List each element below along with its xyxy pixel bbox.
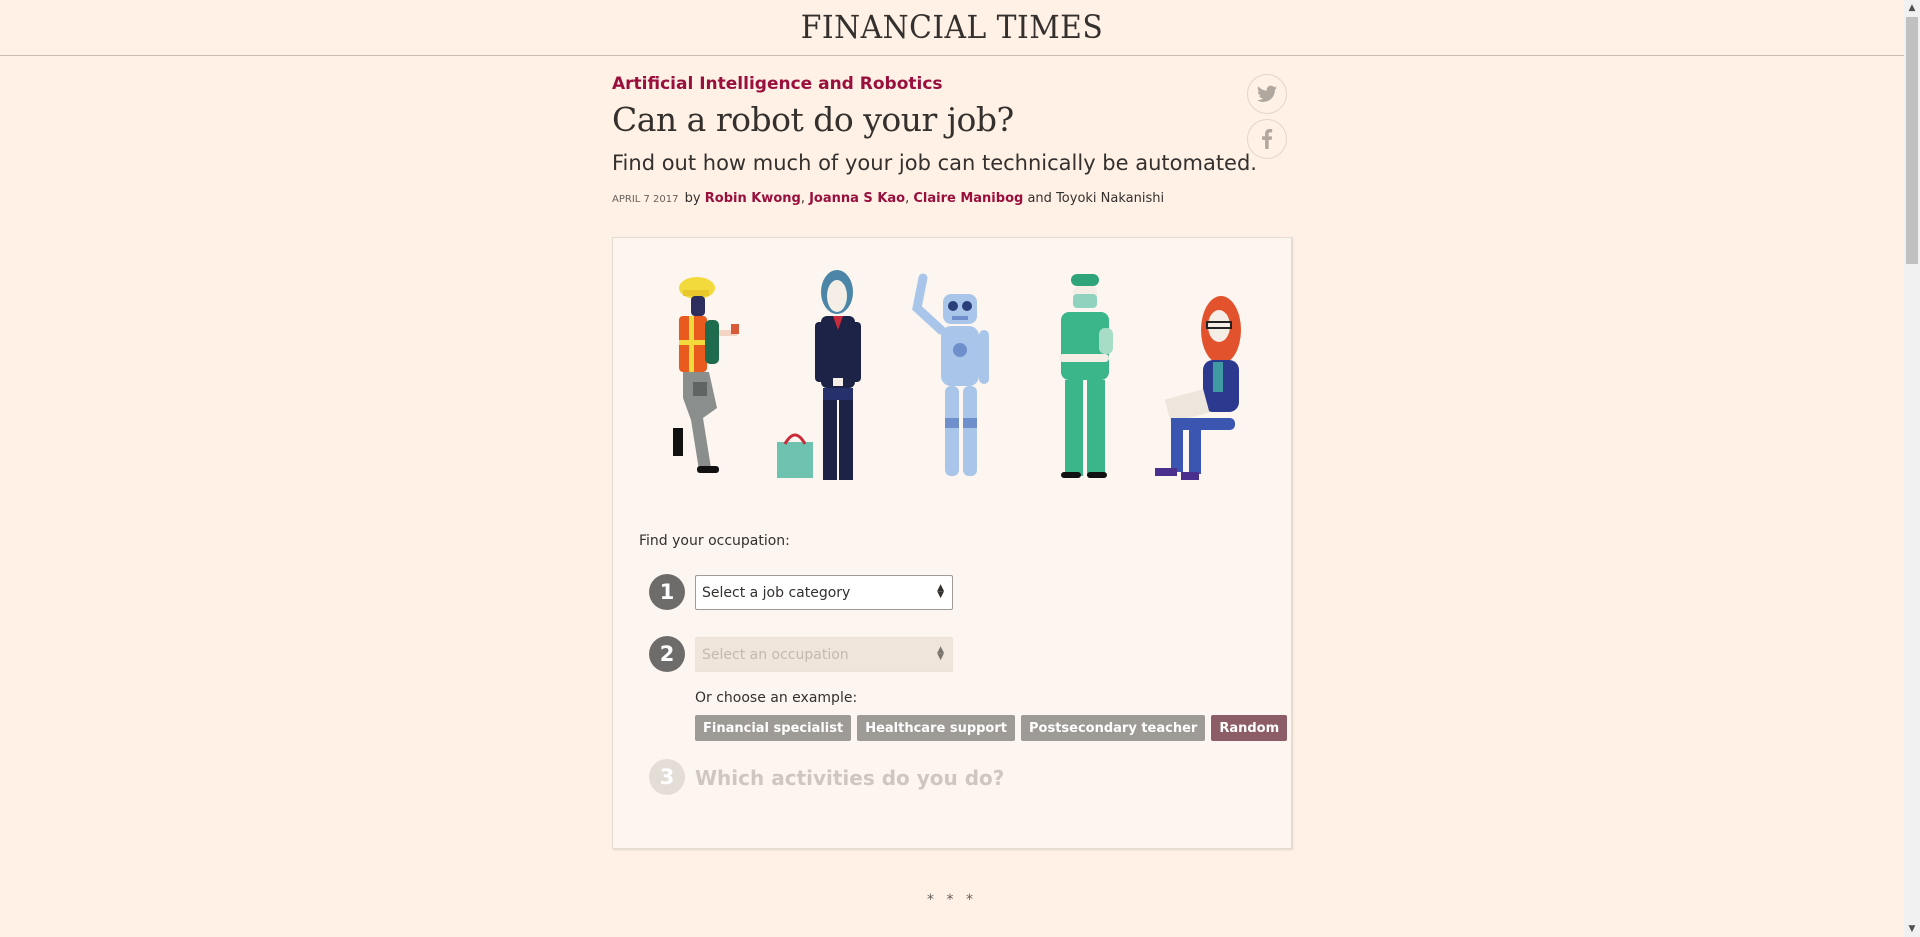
twitter-icon bbox=[1257, 85, 1277, 102]
facebook-share-button[interactable] bbox=[1247, 119, 1287, 159]
step-2-badge: 2 bbox=[649, 636, 685, 672]
job-category-placeholder: Select a job category bbox=[702, 585, 851, 601]
occupation-placeholder: Select an occupation bbox=[702, 647, 849, 663]
surgeon-figure bbox=[1059, 274, 1113, 478]
example-chip-postsecondary-teacher[interactable]: Postsecondary teacher bbox=[1021, 715, 1206, 741]
standfirst: Find out how much of your job can techni… bbox=[612, 151, 1257, 175]
select-arrows-icon: ▲ ▼ bbox=[937, 583, 944, 600]
headline: Can a robot do your job? bbox=[612, 100, 1014, 139]
woman-with-laptop-figure bbox=[1155, 296, 1241, 480]
example-label: Or choose an example: bbox=[695, 690, 858, 706]
construction-worker-figure bbox=[673, 277, 739, 473]
workers-illustration bbox=[673, 270, 1241, 480]
find-occupation-label: Find your occupation: bbox=[639, 533, 790, 549]
scrollbar[interactable]: ▲ ▼ bbox=[1904, 0, 1920, 937]
step-3-badge: 3 bbox=[649, 759, 685, 795]
step-3-title: Which activities do you do? bbox=[695, 766, 1005, 790]
twitter-share-button[interactable] bbox=[1247, 74, 1287, 114]
publish-date: April 7 2017 bbox=[612, 194, 679, 205]
scroll-thumb[interactable] bbox=[1906, 17, 1918, 264]
author-link[interactable]: Robin Kwong bbox=[705, 191, 801, 206]
article-header: Artificial Intelligence and Robotics Can… bbox=[612, 74, 1302, 206]
job-category-select[interactable]: Select a job category ▲ ▼ bbox=[695, 575, 953, 610]
select-arrows-icon: ▲ ▼ bbox=[937, 645, 944, 662]
step-1-badge: 1 bbox=[649, 574, 685, 610]
byline: April 7 2017 by Robin Kwong, Joanna S Ka… bbox=[612, 191, 1165, 206]
facebook-icon bbox=[1262, 129, 1273, 149]
scroll-up-arrow-icon[interactable]: ▲ bbox=[1904, 0, 1920, 16]
byline-and: and bbox=[1027, 191, 1052, 206]
occupation-select[interactable]: Select an occupation ▲ ▼ bbox=[695, 637, 953, 672]
robot-figure bbox=[912, 273, 989, 476]
scroll-down-arrow-icon[interactable]: ▼ bbox=[1904, 921, 1920, 937]
byline-by: by bbox=[684, 191, 701, 206]
ft-logo[interactable]: FINANCIAL TIMES bbox=[67, 8, 1838, 46]
masthead: FINANCIAL TIMES bbox=[0, 0, 1904, 56]
author-link[interactable]: Joanna S Kao bbox=[809, 191, 905, 206]
example-chips: Financial specialist Healthcare support … bbox=[695, 715, 1288, 741]
section-separator: * * * bbox=[927, 892, 977, 908]
business-woman-figure bbox=[777, 270, 861, 480]
author-name: Toyoki Nakanishi bbox=[1056, 191, 1165, 206]
topic-link[interactable]: Artificial Intelligence and Robotics bbox=[612, 74, 1302, 94]
random-example-button[interactable]: Random bbox=[1211, 715, 1288, 741]
example-chip-healthcare-support[interactable]: Healthcare support bbox=[857, 715, 1015, 741]
occupation-quiz-card: Find your occupation: 1 Select a job cat… bbox=[612, 237, 1292, 849]
example-chip-financial-specialist[interactable]: Financial specialist bbox=[695, 715, 852, 741]
author-link[interactable]: Claire Manibog bbox=[913, 191, 1023, 206]
